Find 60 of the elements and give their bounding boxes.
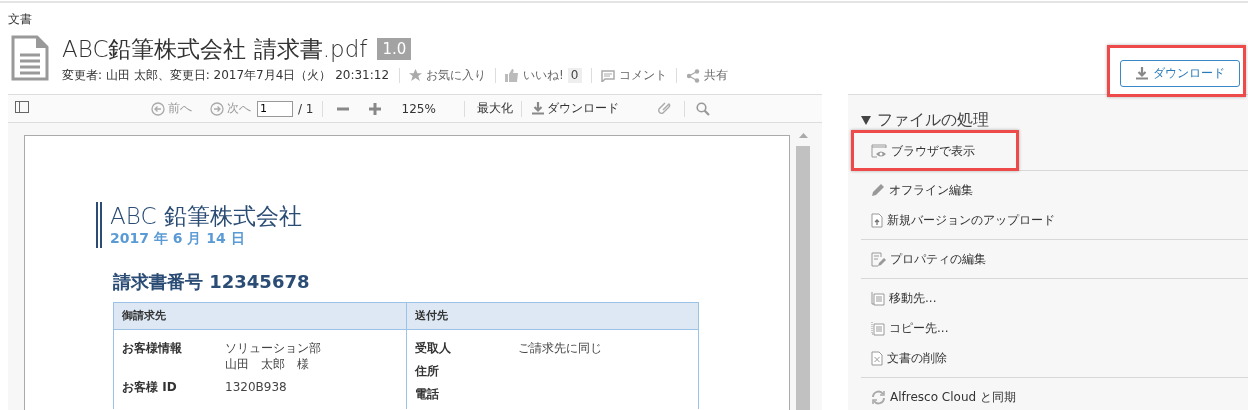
zoom-level[interactable]: 125%	[401, 101, 436, 116]
dotted-pages-icon	[871, 320, 885, 336]
action-link[interactable]: Alfresco Cloud と同期	[890, 388, 1016, 406]
file-upload-icon	[871, 212, 883, 228]
share-icon	[685, 68, 700, 83]
stacked-pages-icon	[871, 290, 885, 306]
invoice-date: 2017 年 6 月 14 日	[110, 230, 246, 248]
like-count: 0	[567, 68, 582, 83]
file-edit-icon	[871, 251, 886, 267]
link-icon[interactable]	[656, 101, 672, 116]
star-icon	[409, 69, 423, 82]
action-link[interactable]: 新規バージョンのアップロード	[887, 211, 1055, 229]
table-header: 御請求先	[114, 303, 406, 330]
page-number-field[interactable]: 1	[257, 100, 293, 117]
action-link[interactable]: オフライン編集	[889, 181, 973, 199]
field-value: ご請求先に同じ	[517, 340, 602, 356]
modified-info: 変更者: 山田 太郎、変更日: 2017年7月4日（火） 20:31:12	[62, 67, 391, 84]
comment-icon	[600, 69, 615, 82]
panel-title[interactable]: ファイルの処理	[877, 109, 989, 131]
expand-triangle-icon[interactable]	[861, 115, 871, 125]
zoom-in-icon[interactable]	[368, 102, 381, 115]
invoice-number: 請求書番号 12345678	[113, 270, 311, 294]
document-icon	[11, 35, 49, 81]
sync-icon	[871, 389, 886, 405]
field-label: 受取人	[414, 340, 452, 356]
field-label: お客様情報	[122, 340, 183, 357]
share-link[interactable]: 共有	[703, 69, 728, 82]
version-badge: 1.0	[377, 38, 412, 60]
field-label: お客様 ID	[122, 379, 178, 395]
left-arrow-circle-icon	[151, 101, 165, 116]
field-value: 1320B938	[225, 379, 287, 395]
page-total: / 1	[298, 101, 314, 116]
sidebar-toggle-icon[interactable]	[15, 101, 29, 116]
scroll-up-arrow-icon[interactable]	[798, 133, 808, 138]
table-header: 送付先	[406, 303, 698, 330]
action-link[interactable]: 文書の削除	[887, 349, 947, 367]
download-button[interactable]: ダウンロード	[1120, 60, 1240, 87]
like-link[interactable]: いいね!	[523, 69, 564, 82]
action-link[interactable]: コピー先...	[889, 319, 949, 337]
company-name: ABC 鉛筆株式会社	[110, 202, 303, 230]
file-delete-icon	[871, 350, 883, 366]
browser-eye-icon	[871, 144, 887, 158]
field-label: 電話	[414, 386, 440, 402]
document-title: ABC鉛筆株式会社 請求書.pdf	[62, 35, 368, 63]
action-link[interactable]: ブラウザで表示	[891, 142, 975, 160]
field-value: ソリューション部 山田 太郎 様	[225, 340, 321, 372]
search-icon[interactable]	[695, 101, 710, 116]
right-arrow-circle-icon	[210, 101, 224, 116]
breadcrumb[interactable]: 文書	[0, 3, 1248, 27]
download-icon	[531, 102, 544, 115]
favorite-link[interactable]: お気に入り	[426, 69, 487, 82]
field-label: 住所	[414, 363, 440, 379]
comment-link[interactable]: コメント	[618, 69, 667, 82]
pencil-icon	[871, 183, 885, 197]
download-icon	[1135, 67, 1148, 80]
maximize-button[interactable]: 最大化	[472, 100, 517, 117]
download-button[interactable]: ダウンロード	[527, 100, 623, 117]
action-link[interactable]: 移動先...	[889, 289, 937, 307]
action-link[interactable]: プロパティの編集	[890, 250, 986, 268]
thumbs-up-icon	[505, 69, 520, 82]
